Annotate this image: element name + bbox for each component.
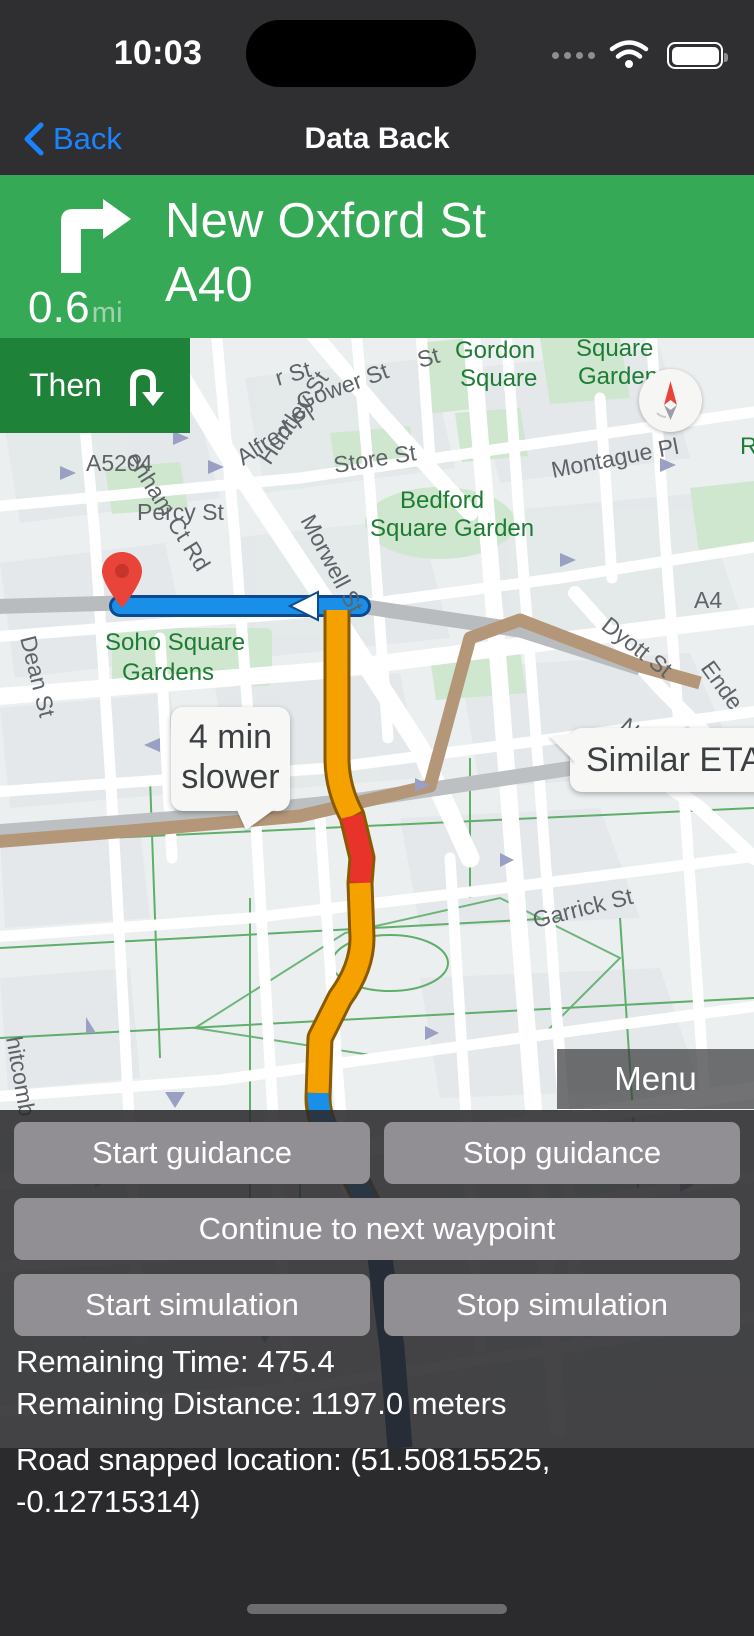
battery-icon xyxy=(667,42,728,69)
callout-alternate-slower[interactable]: 4 min slower xyxy=(171,707,290,830)
then-label: Then xyxy=(29,367,102,403)
page-title: Data Back xyxy=(304,122,450,155)
continue-next-waypoint-button[interactable]: Continue to next waypoint xyxy=(14,1198,740,1260)
stats-spacer xyxy=(16,1426,736,1438)
stop-guidance-label: Stop guidance xyxy=(462,1135,662,1170)
turn-right-arrow-icon xyxy=(39,197,135,273)
home-indicator xyxy=(247,1604,507,1614)
start-simulation-label: Start simulation xyxy=(85,1287,299,1322)
guidance-button-row: Start guidance Stop guidance xyxy=(14,1122,740,1184)
compass-icon[interactable] xyxy=(639,369,702,432)
status-bar-time: 10:03 xyxy=(113,34,203,72)
snapped-location-line-1: Road snapped location: (51.50815525, xyxy=(16,1442,551,1477)
sharp-right-u-turn-arrow-icon xyxy=(124,364,168,408)
status-bar: 10:03 xyxy=(0,0,754,103)
control-panel: Start guidance Stop guidance Continue to… xyxy=(0,1110,754,1636)
menu-button-label: Menu xyxy=(614,1060,697,1097)
svg-text:Bedford: Bedford xyxy=(400,487,484,514)
trip-stats: Remaining Time: 475.4 Remaining Distance… xyxy=(16,1342,736,1524)
stop-guidance-button[interactable]: Stop guidance xyxy=(384,1122,740,1184)
then-instruction-panel: Then xyxy=(0,338,190,433)
svg-text:Square: Square xyxy=(576,338,653,362)
distance-remaining: 0.6mi xyxy=(28,283,123,333)
svg-text:Gordon: Gordon xyxy=(455,338,535,364)
svg-text:Square: Square xyxy=(460,365,537,392)
start-guidance-button[interactable]: Start guidance xyxy=(14,1122,370,1184)
svg-text:Gardens: Gardens xyxy=(122,659,214,686)
callout-similar-eta-label: Similar ETA xyxy=(586,741,754,779)
callout-tail xyxy=(550,733,576,763)
dynamic-island xyxy=(246,20,476,87)
callout-line-2: slower xyxy=(181,758,280,796)
instruction-banner: 0.6mi New Oxford St A40 xyxy=(0,175,754,338)
stop-simulation-label: Stop simulation xyxy=(456,1287,668,1322)
start-guidance-label: Start guidance xyxy=(92,1135,292,1170)
stop-simulation-button[interactable]: Stop simulation xyxy=(384,1274,740,1336)
callout-similar-eta[interactable]: Similar ETA xyxy=(550,728,754,792)
remaining-distance-text: Remaining Distance: 1197.0 meters xyxy=(16,1386,507,1421)
snapped-location-line-2: -0.12715314) xyxy=(16,1484,201,1519)
start-simulation-button[interactable]: Start simulation xyxy=(14,1274,370,1336)
distance-unit: mi xyxy=(91,297,123,329)
svg-text:A4: A4 xyxy=(694,587,722,613)
simulation-button-row: Start simulation Stop simulation xyxy=(14,1274,740,1336)
secondary-road-label: A40 xyxy=(165,258,253,312)
phone-screen: .rd { stroke:#ffffff; fill:none; stroke-… xyxy=(0,0,754,1636)
distance-value: 0.6 xyxy=(28,283,90,332)
cellular-dots-icon xyxy=(552,52,595,59)
callout-line-1: 4 min xyxy=(188,718,273,756)
navigation-bar: Back Data Back xyxy=(0,103,754,175)
svg-text:Square Garden: Square Garden xyxy=(370,515,534,542)
wifi-icon xyxy=(609,40,649,70)
remaining-time-text: Remaining Time: 475.4 xyxy=(16,1344,335,1379)
callout-tail xyxy=(236,808,276,830)
primary-road-label: New Oxford St xyxy=(165,194,487,248)
waypoint-button-row: Continue to next waypoint xyxy=(14,1198,740,1260)
menu-button[interactable]: Menu xyxy=(557,1049,754,1109)
destination-pin-icon xyxy=(101,551,143,609)
continue-next-waypoint-label: Continue to next waypoint xyxy=(198,1211,556,1246)
svg-text:Soho Square: Soho Square xyxy=(105,629,245,656)
svg-text:R: R xyxy=(740,433,754,460)
